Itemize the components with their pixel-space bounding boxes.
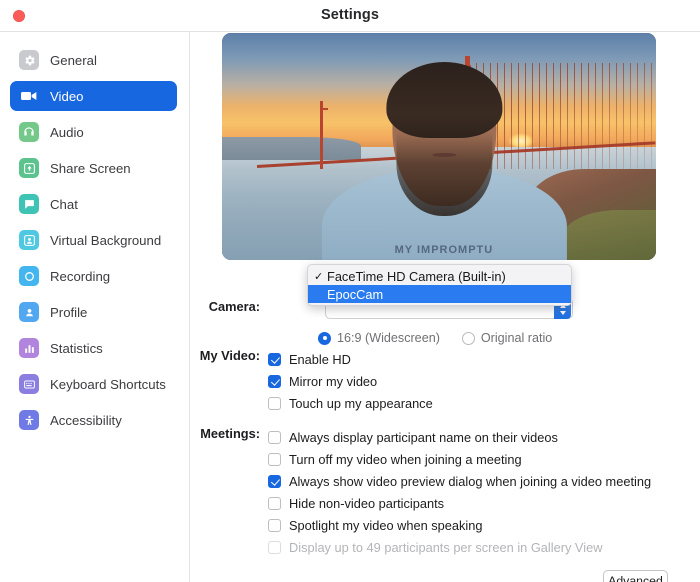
checkbox-turn-off-my-video-when-joining[interactable]: Turn off my video when joining a meeting xyxy=(268,448,651,470)
meetings-row: Meetings: Always display participant nam… xyxy=(190,426,651,558)
meetings-options: Always display participant name on their… xyxy=(268,426,651,558)
sidebar-item-label: Chat xyxy=(50,196,78,212)
dropdown-option-facetime-hd-camera[interactable]: ✓ FaceTime HD Camera (Built-in) xyxy=(308,267,571,285)
preview-person: MY IMPROMPTU xyxy=(321,53,567,260)
sidebar-item-accessibility[interactable]: Accessibility xyxy=(10,405,177,435)
sidebar-item-label: Virtual Background xyxy=(50,232,162,248)
preview-hair xyxy=(385,61,502,138)
checkbox-label: Turn off my video when joining a meeting xyxy=(289,451,522,467)
gear-icon xyxy=(19,50,39,70)
checkbox-mirror-my-video[interactable]: Mirror my video xyxy=(268,370,433,392)
video-settings-panel: MY IMPROMPTU Camera: 16:9 (Widescreen) O… xyxy=(190,32,700,582)
video-camera-icon xyxy=(19,86,39,106)
checkbox-label: Touch up my appearance xyxy=(289,395,433,411)
sidebar-item-label: Video xyxy=(50,88,84,104)
checkbox-box[interactable] xyxy=(268,430,281,444)
checkbox-label: Always show video preview dialog when jo… xyxy=(289,473,652,489)
sidebar-item-label: Profile xyxy=(50,304,88,320)
sidebar-item-chat[interactable]: Chat xyxy=(10,189,177,219)
radio-16-9-label: 16:9 (Widescreen) xyxy=(337,331,440,345)
checkbox-label: Always display participant name on their… xyxy=(289,429,558,445)
aspect-ratio-group: 16:9 (Widescreen) Original ratio xyxy=(318,331,552,345)
settings-window: Settings General Video Audio Share Scree… xyxy=(0,0,700,582)
preview-shirt-text: MY IMPROMPTU xyxy=(394,244,494,257)
checkbox-label: Enable HD xyxy=(289,351,351,367)
camera-dropdown-menu: ✓ FaceTime HD Camera (Built-in) EpocCam xyxy=(307,264,572,306)
video-preview: MY IMPROMPTU xyxy=(222,33,656,260)
my-video-row: My Video: Enable HD Mirror my video Touc… xyxy=(190,348,433,414)
checkbox-box[interactable] xyxy=(268,474,281,488)
preview-mouth xyxy=(431,153,456,158)
sidebar-item-video[interactable]: Video xyxy=(10,81,177,111)
my-video-options: Enable HD Mirror my video Touch up my ap… xyxy=(268,348,433,414)
accessibility-icon xyxy=(19,410,39,430)
checkbox-box[interactable] xyxy=(268,452,281,466)
my-video-row-label: My Video: xyxy=(199,348,260,363)
sidebar-item-keyboard-shortcuts[interactable]: Keyboard Shortcuts xyxy=(10,369,177,399)
window-title: Settings xyxy=(321,7,379,23)
camera-row: Camera: xyxy=(190,299,268,314)
checkbox-box[interactable] xyxy=(268,396,281,410)
checkbox-label: Display up to 49 participants per screen… xyxy=(289,539,603,555)
sidebar-item-label: Statistics xyxy=(50,340,103,356)
sidebar-item-share-screen[interactable]: Share Screen xyxy=(10,153,177,183)
record-circle-icon xyxy=(19,266,39,286)
sidebar-item-label: Keyboard Shortcuts xyxy=(50,376,166,392)
advanced-button[interactable]: Advanced xyxy=(603,570,668,582)
checkbox-box[interactable] xyxy=(268,496,281,510)
camera-row-label: Camera: xyxy=(208,299,260,314)
person-icon xyxy=(19,302,39,322)
checkbox-display-49-participants: Display up to 49 participants per screen… xyxy=(268,536,651,558)
sidebar-item-label: Share Screen xyxy=(50,160,131,176)
meetings-row-label: Meetings: xyxy=(200,426,260,441)
checkbox-label: Mirror my video xyxy=(289,373,378,389)
sidebar-item-profile[interactable]: Profile xyxy=(10,297,177,327)
checkbox-enable-hd[interactable]: Enable HD xyxy=(268,348,433,370)
person-frame-icon xyxy=(19,230,39,250)
share-screen-icon xyxy=(19,158,39,178)
checkbox-always-display-participant-name[interactable]: Always display participant name on their… xyxy=(268,426,651,448)
dropdown-option-label: EpocCam xyxy=(327,286,384,302)
bar-chart-icon xyxy=(19,338,39,358)
checkbox-box[interactable] xyxy=(268,352,281,366)
sidebar-item-recording[interactable]: Recording xyxy=(10,261,177,291)
sidebar-item-label: Audio xyxy=(50,124,84,140)
dropdown-option-label: FaceTime HD Camera (Built-in) xyxy=(327,268,506,284)
sidebar-item-audio[interactable]: Audio xyxy=(10,117,177,147)
sidebar-item-label: General xyxy=(50,52,97,68)
checkbox-always-show-video-preview-dialog[interactable]: Always show video preview dialog when jo… xyxy=(268,470,651,492)
radio-16-9[interactable] xyxy=(318,331,331,345)
checkmark-icon: ✓ xyxy=(314,270,324,283)
dropdown-option-epoccam[interactable]: EpocCam xyxy=(308,285,571,303)
chat-bubble-icon xyxy=(19,194,39,214)
sidebar-item-label: Accessibility xyxy=(50,412,122,428)
sidebar-item-general[interactable]: General xyxy=(10,45,177,75)
checkbox-hide-non-video-participants[interactable]: Hide non-video participants xyxy=(268,492,651,514)
radio-original-ratio-label: Original ratio xyxy=(480,331,553,345)
headphones-icon xyxy=(19,122,39,142)
checkbox-box[interactable] xyxy=(268,518,281,532)
radio-original-ratio[interactable] xyxy=(461,331,475,345)
checkbox-box[interactable] xyxy=(268,374,281,388)
sidebar-item-virtual-background[interactable]: Virtual Background xyxy=(10,225,177,255)
sidebar-item-statistics[interactable]: Statistics xyxy=(10,333,177,363)
title-bar: Settings xyxy=(0,0,700,32)
checkbox-label: Hide non-video participants xyxy=(289,495,445,511)
checkbox-touch-up-my-appearance[interactable]: Touch up my appearance xyxy=(268,392,433,414)
checkbox-box xyxy=(268,540,281,554)
checkbox-label: Spotlight my video when speaking xyxy=(289,517,483,533)
sidebar-item-label: Recording xyxy=(50,268,111,284)
checkbox-spotlight-my-video-when-speaking[interactable]: Spotlight my video when speaking xyxy=(268,514,651,536)
keyboard-icon xyxy=(19,374,39,394)
settings-sidebar: General Video Audio Share Screen Chat Vi… xyxy=(0,32,190,582)
